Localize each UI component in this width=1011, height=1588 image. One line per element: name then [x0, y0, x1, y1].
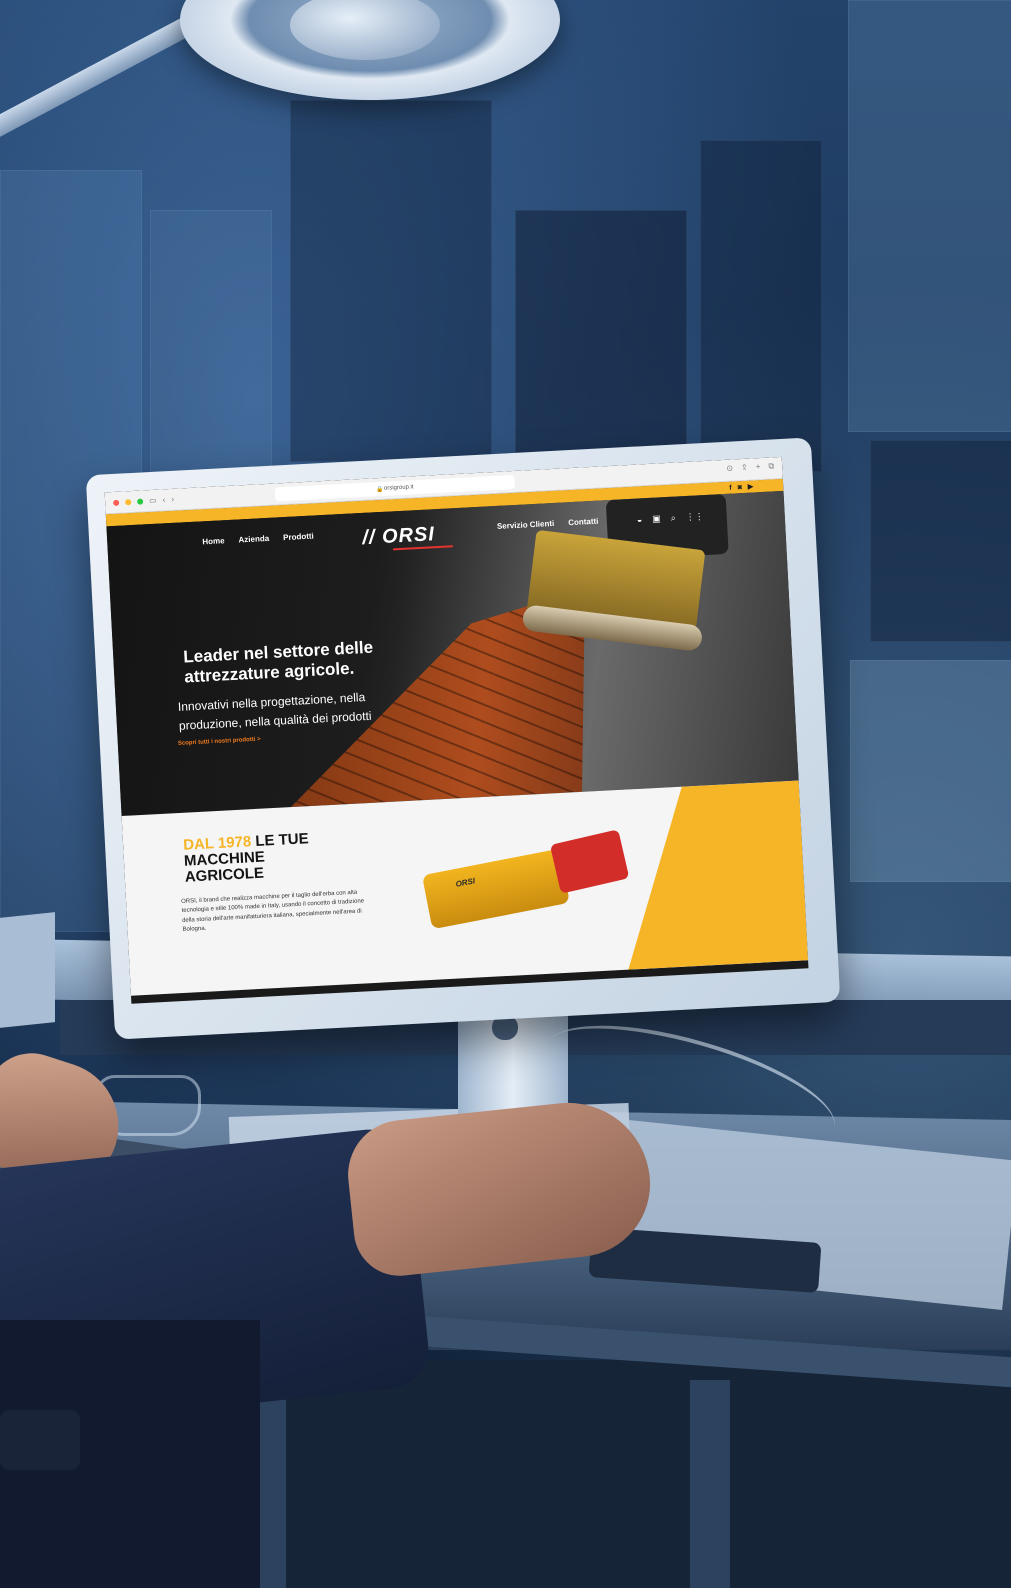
background-monitor: [850, 660, 1011, 882]
monitor-screen: ▭ ‹ › 🔒 orsigroup.it ⊙ ⇪ + ⧉ f ◙ ▶ Home …: [104, 456, 809, 1004]
wall-panel: [848, 0, 1011, 432]
tabs-overview-icon[interactable]: ⧉: [768, 461, 774, 470]
logo-mark-icon: //: [361, 525, 383, 549]
photo-scene: ▭ ‹ › 🔒 orsigroup.it ⊙ ⇪ + ⧉ f ◙ ▶ Home …: [0, 0, 1011, 1588]
section-text: ORSI, il brand che realizza macchine per…: [181, 889, 365, 933]
nav-icons: ◒ ▣ ⌕ ⋮⋮: [637, 511, 704, 525]
yellow-diagonal: [619, 780, 808, 969]
back-icon[interactable]: ‹: [162, 495, 165, 504]
language-icon[interactable]: ⋮⋮: [685, 511, 704, 523]
new-tab-icon[interactable]: +: [756, 462, 761, 471]
hero-title: Leader nel settore delle attrezzature ag…: [183, 638, 375, 687]
mower-hitch-image: [549, 829, 630, 894]
browser-actions: ⊙ ⇪ + ⧉: [726, 461, 774, 472]
nav-prodotti[interactable]: Prodotti: [283, 531, 314, 542]
instagram-icon[interactable]: ◙: [737, 484, 742, 491]
lock-account-icon[interactable]: ▣: [652, 513, 661, 524]
wall-panel: [870, 440, 1011, 642]
forward-icon[interactable]: ›: [171, 494, 174, 503]
products-link[interactable]: Scopri tutti i nostri prodotti >: [178, 737, 261, 747]
about-section: DAL 1978 LE TUE MACCHINE AGRICOLE ORSI, …: [121, 780, 809, 996]
chair: [0, 1410, 80, 1470]
desk-leg: [690, 1380, 730, 1588]
desk-box: [0, 912, 55, 1028]
section-title: DAL 1978 LE TUE MACCHINE AGRICOLE: [183, 829, 355, 885]
minimize-window-button[interactable]: [124, 498, 132, 505]
site-logo[interactable]: // ORSI: [362, 522, 453, 552]
share-icon[interactable]: ⇪: [741, 463, 748, 472]
nav-left: Home Azienda Prodotti: [202, 531, 314, 546]
title-part: LE TUE: [250, 830, 310, 851]
under-desk: [230, 1360, 1011, 1588]
url-text: orsigroup.it: [383, 484, 414, 492]
mower-product-image: [421, 848, 570, 930]
nav-azienda[interactable]: Azienda: [238, 533, 269, 544]
search-icon[interactable]: ⌕: [670, 513, 676, 524]
nav-home[interactable]: Home: [202, 536, 225, 546]
maximize-window-button[interactable]: [136, 497, 144, 505]
title-part: AGRICOLE: [184, 864, 265, 886]
hero-section: Home Azienda Prodotti // ORSI Servizio C…: [106, 490, 799, 816]
basket-icon[interactable]: ◒: [637, 514, 643, 525]
website: f ◙ ▶ Home Azienda Prodotti // ORSI Serv…: [105, 478, 809, 1004]
close-window-button[interactable]: [113, 499, 120, 506]
sidebar-icon[interactable]: ▭: [149, 495, 157, 504]
nav-contatti[interactable]: Contatti: [568, 516, 599, 527]
monitor: ▭ ‹ › 🔒 orsigroup.it ⊙ ⇪ + ⧉ f ◙ ▶ Home …: [85, 437, 841, 1040]
youtube-icon[interactable]: ▶: [748, 482, 754, 490]
wall-panel: [290, 100, 492, 462]
nav-servizio-clienti[interactable]: Servizio Clienti: [497, 518, 555, 530]
download-icon[interactable]: ⊙: [726, 463, 733, 472]
wall-panel: [150, 210, 272, 472]
nav-right: Servizio Clienti Contatti: [497, 516, 599, 530]
wall-panel: [515, 210, 687, 462]
logo-text: ORSI: [381, 523, 436, 548]
wall-panel: [700, 140, 822, 472]
facebook-icon[interactable]: f: [729, 484, 732, 491]
